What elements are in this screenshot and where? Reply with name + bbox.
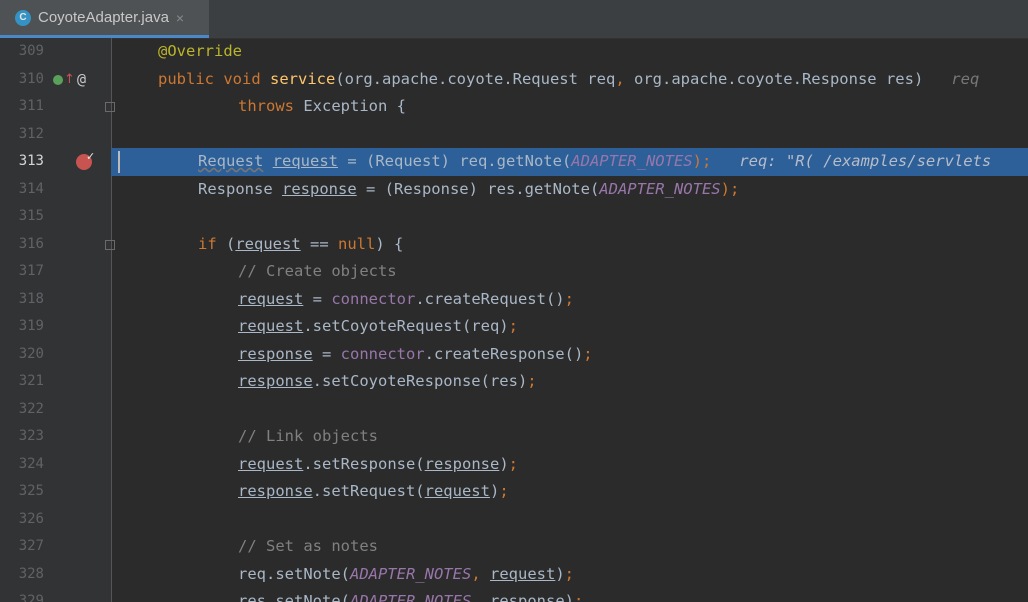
code-line-312: 312	[0, 121, 1028, 149]
code-line-321: 321 response.setCoyoteResponse(res);	[0, 368, 1028, 396]
code-line-320: 320 response = connector.createResponse(…	[0, 341, 1028, 369]
code-text: response = connector.createResponse();	[238, 344, 593, 363]
code-line-329: 329 res.setNote(ADAPTER_NOTES, response)…	[0, 588, 1028, 602]
code-text: res.setNote(ADAPTER_NOTES, response);	[238, 592, 584, 602]
line-number: 323	[18, 428, 44, 444]
annotation-icon[interactable]: @	[77, 66, 86, 94]
code-line-325: 325 response.setRequest(request);	[0, 478, 1028, 506]
code-text: if (request == null) {	[198, 234, 404, 253]
line-number: 313	[18, 153, 44, 169]
code-line-328: 328 req.setNote(ADAPTER_NOTES, request);	[0, 561, 1028, 589]
code-text: request.setCoyoteRequest(req);	[238, 317, 518, 335]
line-number: 321	[18, 373, 44, 389]
implementation-icon[interactable]	[53, 74, 63, 85]
text-caret	[118, 151, 120, 173]
code-line-311: 311 throws Exception {	[0, 93, 1028, 121]
line-number: 318	[18, 290, 44, 307]
code-text: req.setNote(ADAPTER_NOTES, request);	[238, 564, 575, 583]
java-class-icon: C	[15, 9, 31, 26]
code-text: Response response = (Response) res.getNo…	[198, 179, 740, 198]
line-number: 320	[18, 345, 44, 362]
code-line-327: 327 // Set as notes	[0, 533, 1028, 561]
line-number: 326	[18, 510, 44, 527]
code-line-323: 323 // Link objects	[0, 423, 1028, 451]
code-text: @Override	[158, 42, 242, 60]
editor-tab-bar: C CoyoteAdapter.java ×	[0, 0, 1028, 39]
code-line-313: 313 ✓ Request request = (Request) req.ge…	[0, 148, 1028, 176]
line-number: 310	[18, 70, 44, 87]
code-text: response.setRequest(request);	[238, 482, 509, 500]
code-line-326: 326	[0, 506, 1028, 534]
code-line-319: 319 request.setCoyoteRequest(req);	[0, 313, 1028, 341]
code-line-309: 309 @Override	[0, 38, 1028, 66]
line-number: 311	[18, 98, 44, 114]
fold-icon[interactable]	[105, 239, 115, 250]
line-number: 319	[18, 318, 44, 334]
code-text: Request request = (Request) req.getNote(…	[198, 152, 992, 170]
code-line-324: 324 request.setResponse(response);	[0, 451, 1028, 479]
line-number: 322	[18, 400, 44, 417]
code-text: public void service(org.apache.coyote.Re…	[158, 69, 980, 88]
code-text: throws Exception {	[238, 97, 406, 115]
line-number: 312	[18, 125, 44, 142]
code-text: response.setCoyoteResponse(res);	[238, 372, 537, 390]
code-line-318: 318 request = connector.createRequest();	[0, 286, 1028, 314]
line-number: 327	[18, 538, 44, 554]
tab-coyoteadapter[interactable]: C CoyoteAdapter.java ×	[0, 0, 209, 38]
code-text: // Set as notes	[238, 537, 378, 555]
line-number: 324	[18, 455, 44, 472]
code-line-315: 315	[0, 203, 1028, 231]
code-line-314: 314 Response response = (Response) res.g…	[0, 176, 1028, 204]
code-line-322: 322	[0, 396, 1028, 424]
line-number: 328	[18, 565, 44, 582]
line-number: 309	[18, 43, 44, 59]
fold-icon[interactable]	[105, 102, 115, 112]
code-text: // Link objects	[238, 427, 378, 445]
override-arrow-icon[interactable]: ↑	[64, 66, 75, 94]
code-line-316: 316 if (request == null) {	[0, 231, 1028, 259]
line-number: 315	[18, 208, 44, 224]
checkmark-icon: ✓	[86, 150, 96, 163]
code-text: request.setResponse(response);	[238, 454, 518, 473]
close-icon[interactable]: ×	[176, 10, 184, 26]
line-number: 316	[18, 235, 44, 252]
tab-label: CoyoteAdapter.java	[38, 9, 169, 26]
line-number: 325	[18, 483, 44, 499]
code-editor[interactable]: 309 @Override 310 ↑ @ public void servic…	[0, 38, 1028, 602]
line-number: 329	[18, 593, 44, 602]
code-line-317: 317 // Create objects	[0, 258, 1028, 286]
code-text: request = connector.createRequest();	[238, 289, 574, 308]
line-number: 317	[18, 263, 44, 279]
code-line-310: 310 ↑ @ public void service(org.apache.c…	[0, 66, 1028, 94]
code-text: // Create objects	[238, 262, 397, 280]
line-number: 314	[18, 180, 44, 197]
